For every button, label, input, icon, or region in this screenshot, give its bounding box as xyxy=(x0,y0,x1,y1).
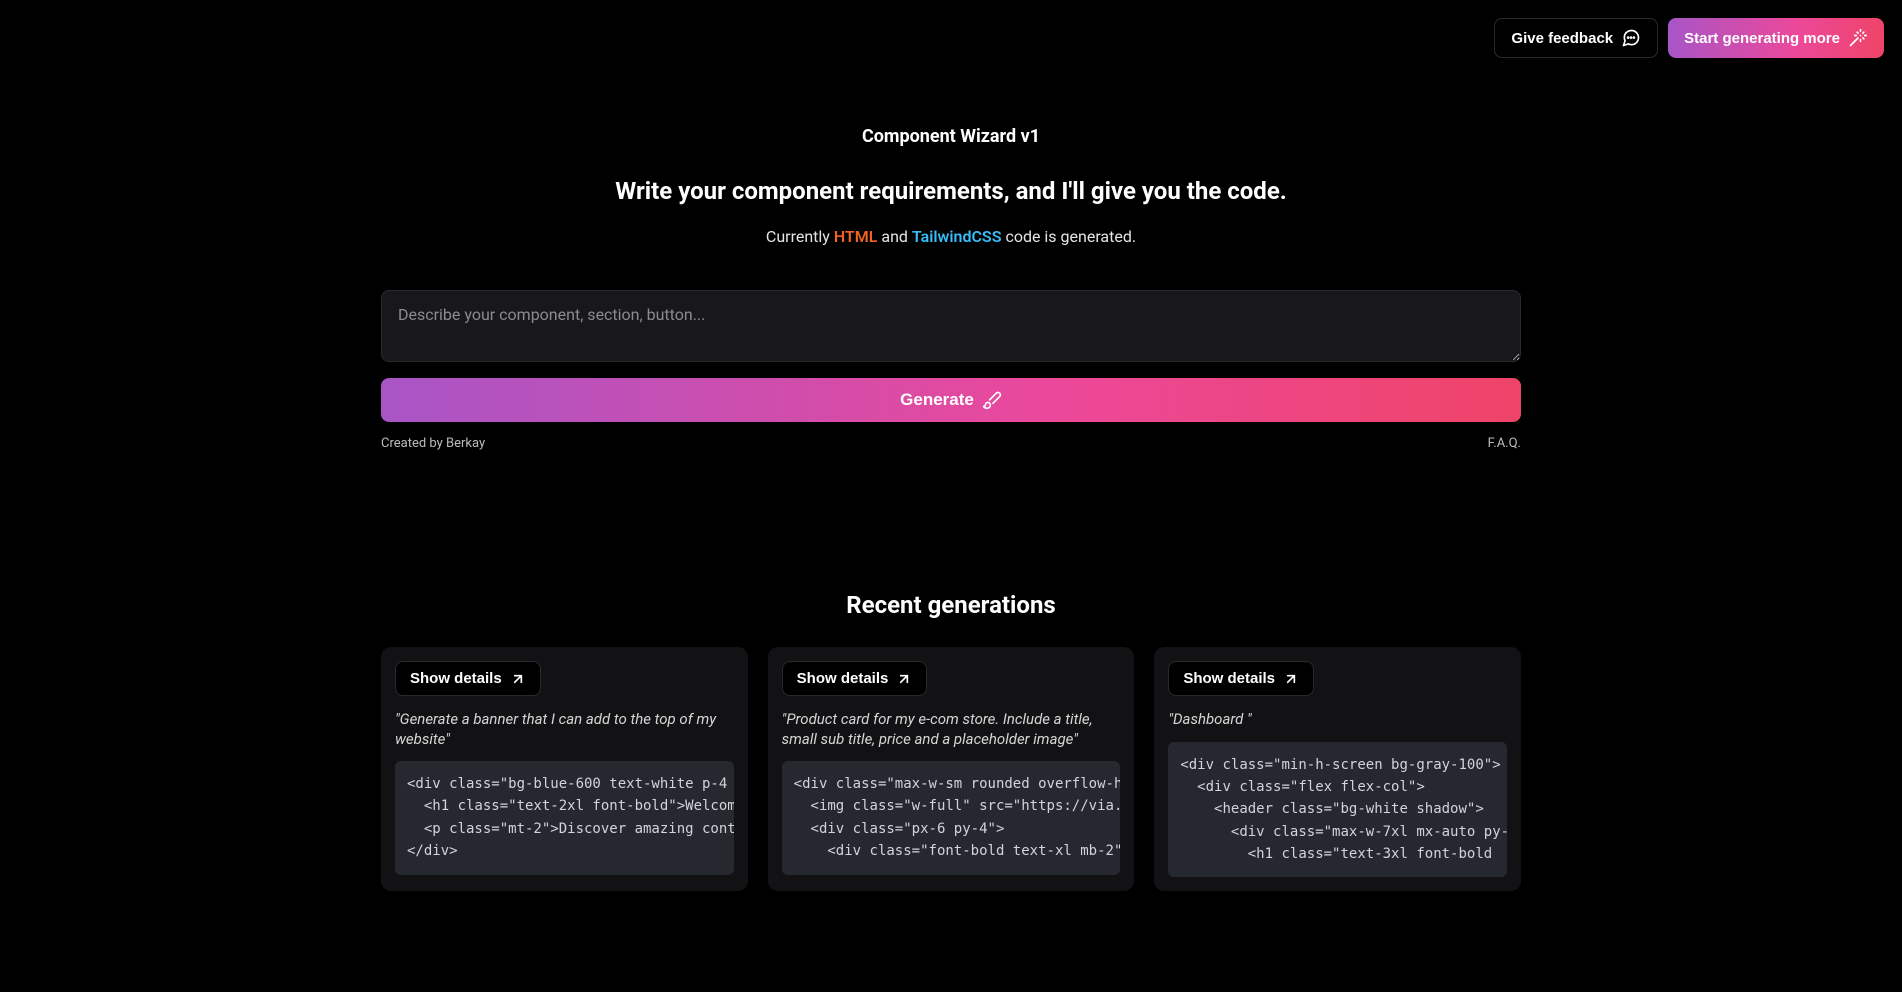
generation-card: Show details "Dashboard " <div class="mi… xyxy=(1154,647,1521,891)
prompt-input[interactable] xyxy=(381,290,1521,362)
show-details-label: Show details xyxy=(410,670,502,687)
prompt-quote: "Dashboard " xyxy=(1168,710,1507,730)
start-generating-button[interactable]: Start generating more xyxy=(1668,18,1884,58)
created-by-label: Created by Berkay xyxy=(381,436,485,451)
arrow-up-right-icon xyxy=(1283,671,1299,687)
subhead-prefix: Currently xyxy=(766,227,834,246)
app-title: Component Wizard v1 xyxy=(381,126,1521,147)
cards-grid: Show details "Generate a banner that I c… xyxy=(381,647,1521,891)
wand-icon xyxy=(1848,28,1868,48)
tailwind-tag: TailwindCSS xyxy=(912,227,1002,246)
hero-section: Component Wizard v1 Write your component… xyxy=(361,76,1541,451)
prompt-quote: "Product card for my e-com store. Includ… xyxy=(782,710,1121,749)
generate-button[interactable]: Generate xyxy=(381,378,1521,422)
start-generating-label: Start generating more xyxy=(1684,30,1840,47)
recent-section: Recent generations Show details "Generat… xyxy=(361,451,1541,891)
code-preview: <div class="bg-blue-600 text-white p-4 t… xyxy=(395,761,734,875)
give-feedback-label: Give feedback xyxy=(1511,30,1613,47)
code-preview: <div class="max-w-sm rounded overflow-hi… xyxy=(782,761,1121,875)
generation-card: Show details "Generate a banner that I c… xyxy=(381,647,748,891)
arrow-up-right-icon xyxy=(896,671,912,687)
subheadline: Currently HTML and TailwindCSS code is g… xyxy=(381,227,1521,246)
recent-title: Recent generations xyxy=(381,591,1521,619)
prompt-quote: "Generate a banner that I can add to the… xyxy=(395,710,734,749)
faq-link[interactable]: F.A.Q. xyxy=(1488,436,1521,451)
show-details-button[interactable]: Show details xyxy=(1168,661,1314,696)
chat-icon xyxy=(1621,28,1641,48)
subhead-suffix: code is generated. xyxy=(1001,227,1136,246)
generation-card: Show details "Product card for my e-com … xyxy=(768,647,1135,891)
brush-icon xyxy=(982,390,1002,410)
code-preview: <div class="min-h-screen bg-gray-100"> <… xyxy=(1168,742,1507,878)
show-details-label: Show details xyxy=(1183,670,1275,687)
show-details-label: Show details xyxy=(797,670,889,687)
subhead-mid: and xyxy=(877,227,912,246)
show-details-button[interactable]: Show details xyxy=(395,661,541,696)
give-feedback-button[interactable]: Give feedback xyxy=(1494,18,1658,58)
headline: Write your component requirements, and I… xyxy=(381,177,1521,205)
show-details-button[interactable]: Show details xyxy=(782,661,928,696)
generate-label: Generate xyxy=(900,390,974,410)
html-tag: HTML xyxy=(834,227,878,246)
arrow-up-right-icon xyxy=(510,671,526,687)
top-bar: Give feedback Start generating more xyxy=(0,0,1902,76)
